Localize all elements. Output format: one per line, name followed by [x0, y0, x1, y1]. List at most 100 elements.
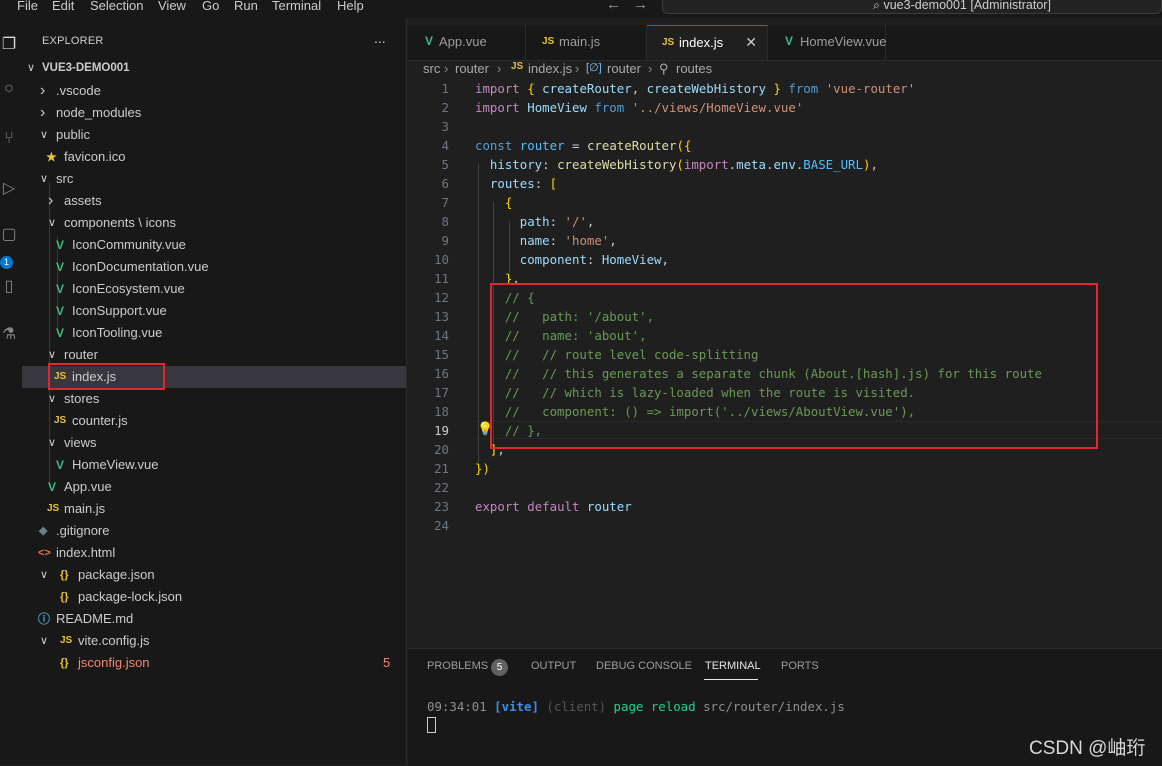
tree-item[interactable]: V IconCommunity.vue	[22, 234, 406, 256]
tree-item[interactable]: {} jsconfig.json 5	[22, 652, 406, 674]
menu-help[interactable]: Help	[337, 0, 364, 13]
tree-item[interactable]: ∨ src	[22, 168, 406, 190]
tab-homeview-vue[interactable]: V HomeView.vue	[768, 25, 886, 60]
tree-item[interactable]: JS main.js	[22, 498, 406, 520]
tree-item-label: favicon.ico	[64, 149, 126, 164]
menu-file[interactable]: File	[17, 0, 38, 13]
breadcrumb-index-js[interactable]: index.js	[528, 61, 572, 76]
tree-item[interactable]: V IconSupport.vue	[22, 300, 406, 322]
tree-item[interactable]: ∨ public	[22, 124, 406, 146]
tree-item[interactable]: ◆ .gitignore	[22, 520, 406, 542]
code-line[interactable]: export default router	[475, 499, 632, 514]
tree-item[interactable]: › node_modules	[22, 102, 406, 124]
panel-tab-debug-console[interactable]: DEBUG CONSOLE	[596, 660, 692, 672]
breadcrumb-router-var[interactable]: router	[607, 61, 641, 76]
menu-view[interactable]: View	[158, 0, 186, 13]
tab-main-js[interactable]: JS main.js	[526, 25, 647, 60]
code-line[interactable]: component: HomeView,	[475, 252, 669, 267]
tree-item[interactable]: ⓘ README.md	[22, 608, 406, 630]
tree-item[interactable]: › .vscode	[22, 80, 406, 102]
panel-tab-terminal[interactable]: TERMINAL	[705, 660, 761, 672]
tree-item[interactable]: ∨ views	[22, 432, 406, 454]
terminal-cursor	[427, 717, 436, 733]
search-icon[interactable]: ○	[0, 80, 18, 98]
tree-item[interactable]: ∨ {} package.json	[22, 564, 406, 586]
chevron-right-icon[interactable]: ›	[40, 80, 45, 102]
vue-icon: V	[48, 480, 57, 494]
star-icon: ★	[46, 150, 57, 164]
chevron-down-icon[interactable]: ∨	[27, 61, 35, 74]
tab-app-vue[interactable]: V App.vue	[408, 25, 526, 60]
nav-back-forward-icons[interactable]: ←→	[606, 0, 660, 13]
project-folder[interactable]: VUE3-DEMO001	[42, 62, 130, 74]
tree-item[interactable]: {} package-lock.json	[22, 586, 406, 608]
vue-icon: V	[785, 34, 794, 48]
line-number: 14	[434, 328, 449, 343]
tree-item[interactable]: V App.vue	[22, 476, 406, 498]
command-center[interactable]: ⌕ vue3-demo001 [Administrator]	[662, 0, 1162, 14]
tree-item[interactable]: ∨ stores	[22, 388, 406, 410]
more-actions-icon[interactable]: ...	[374, 30, 386, 46]
tree-item[interactable]: ∨ JS vite.config.js	[22, 630, 406, 652]
explorer-files-icon[interactable]: ❐	[0, 34, 18, 54]
chevron-down-icon[interactable]: ∨	[48, 212, 56, 234]
code-line[interactable]: history: createWebHistory(import.meta.en…	[475, 157, 878, 172]
tree-item[interactable]: ∨ components \ icons	[22, 212, 406, 234]
menu-selection[interactable]: Selection	[90, 0, 143, 13]
chevron-down-icon[interactable]: ∨	[40, 564, 48, 586]
tree-item-label: components \ icons	[64, 215, 177, 230]
chevron-down-icon[interactable]: ∨	[48, 388, 56, 410]
tree-item[interactable]: › assets	[22, 190, 406, 212]
code-editor[interactable]: 1 import { createRouter, createWebHistory…	[408, 80, 1162, 648]
chevron-down-icon[interactable]: ∨	[40, 168, 48, 190]
breadcrumb-src[interactable]: src	[423, 61, 440, 76]
code-line[interactable]: })	[475, 461, 490, 476]
source-control-icon[interactable]: ⑂	[0, 130, 18, 148]
testing-icon[interactable]: ⚗	[0, 324, 18, 344]
code-line[interactable]: path: '/',	[475, 214, 595, 229]
menu-edit[interactable]: Edit	[52, 0, 74, 13]
breadcrumb-routes[interactable]: routes	[676, 61, 712, 76]
line-number: 16	[434, 366, 449, 381]
tree-item[interactable]: <> index.html	[22, 542, 406, 564]
tree-item-label: IconTooling.vue	[72, 325, 163, 340]
tree-item[interactable]: JS counter.js	[22, 410, 406, 432]
tree-item[interactable]: V IconDocumentation.vue	[22, 256, 406, 278]
code-line[interactable]: routes: [	[475, 176, 557, 191]
chevron-right-icon[interactable]: ›	[48, 190, 53, 212]
editor-tab-bar: V App.vue JS main.js JS index.js ✕ V Hom…	[408, 25, 1162, 61]
code-line[interactable]: name: 'home',	[475, 233, 617, 248]
tree-item[interactable]: V HomeView.vue	[22, 454, 406, 476]
menu-run[interactable]: Run	[234, 0, 258, 13]
line-number: 11	[434, 271, 449, 286]
tree-item[interactable]: V IconTooling.vue	[22, 322, 406, 344]
vue-icon: V	[56, 458, 65, 472]
tree-item-label: index.html	[56, 545, 116, 560]
code-line[interactable]: const router = createRouter({	[475, 138, 691, 153]
panel-tab-problems[interactable]: PROBLEMS	[427, 660, 488, 672]
info-icon: ⓘ	[38, 612, 51, 626]
chevron-right-icon[interactable]: ›	[40, 102, 45, 124]
activity-bar: ❐ ○ ⑂ ▷ ▢ 1 ▯ ⚗	[0, 18, 23, 765]
panel-tab-output[interactable]: OUTPUT	[531, 660, 576, 672]
code-line[interactable]: import { createRouter, createWebHistory …	[475, 81, 915, 96]
chevron-down-icon[interactable]: ∨	[48, 432, 56, 454]
code-line[interactable]: {	[475, 195, 512, 210]
panel-tab-ports[interactable]: PORTS	[781, 660, 819, 672]
tree-item[interactable]: ★ favicon.ico	[22, 146, 406, 168]
chevron-down-icon[interactable]: ∨	[40, 124, 48, 146]
tree-item-label: IconDocumentation.vue	[72, 259, 209, 274]
tree-item[interactable]: V IconEcosystem.vue	[22, 278, 406, 300]
breadcrumb-router[interactable]: router	[455, 61, 489, 76]
tree-item-label: package.json	[78, 567, 155, 582]
menu-terminal[interactable]: Terminal	[272, 0, 321, 13]
line-number: 18	[434, 404, 449, 419]
extensions-icon[interactable]: ▢	[0, 224, 18, 244]
code-line[interactable]: import HomeView from '../views/HomeView.…	[475, 100, 803, 115]
chevron-down-icon[interactable]: ∨	[40, 630, 48, 652]
run-debug-icon[interactable]: ▷	[0, 178, 18, 198]
menu-go[interactable]: Go	[202, 0, 219, 13]
close-icon[interactable]: ✕	[745, 26, 757, 59]
remote-explorer-icon[interactable]: ▯	[0, 276, 18, 296]
tab-index-js[interactable]: JS index.js ✕	[647, 25, 768, 60]
